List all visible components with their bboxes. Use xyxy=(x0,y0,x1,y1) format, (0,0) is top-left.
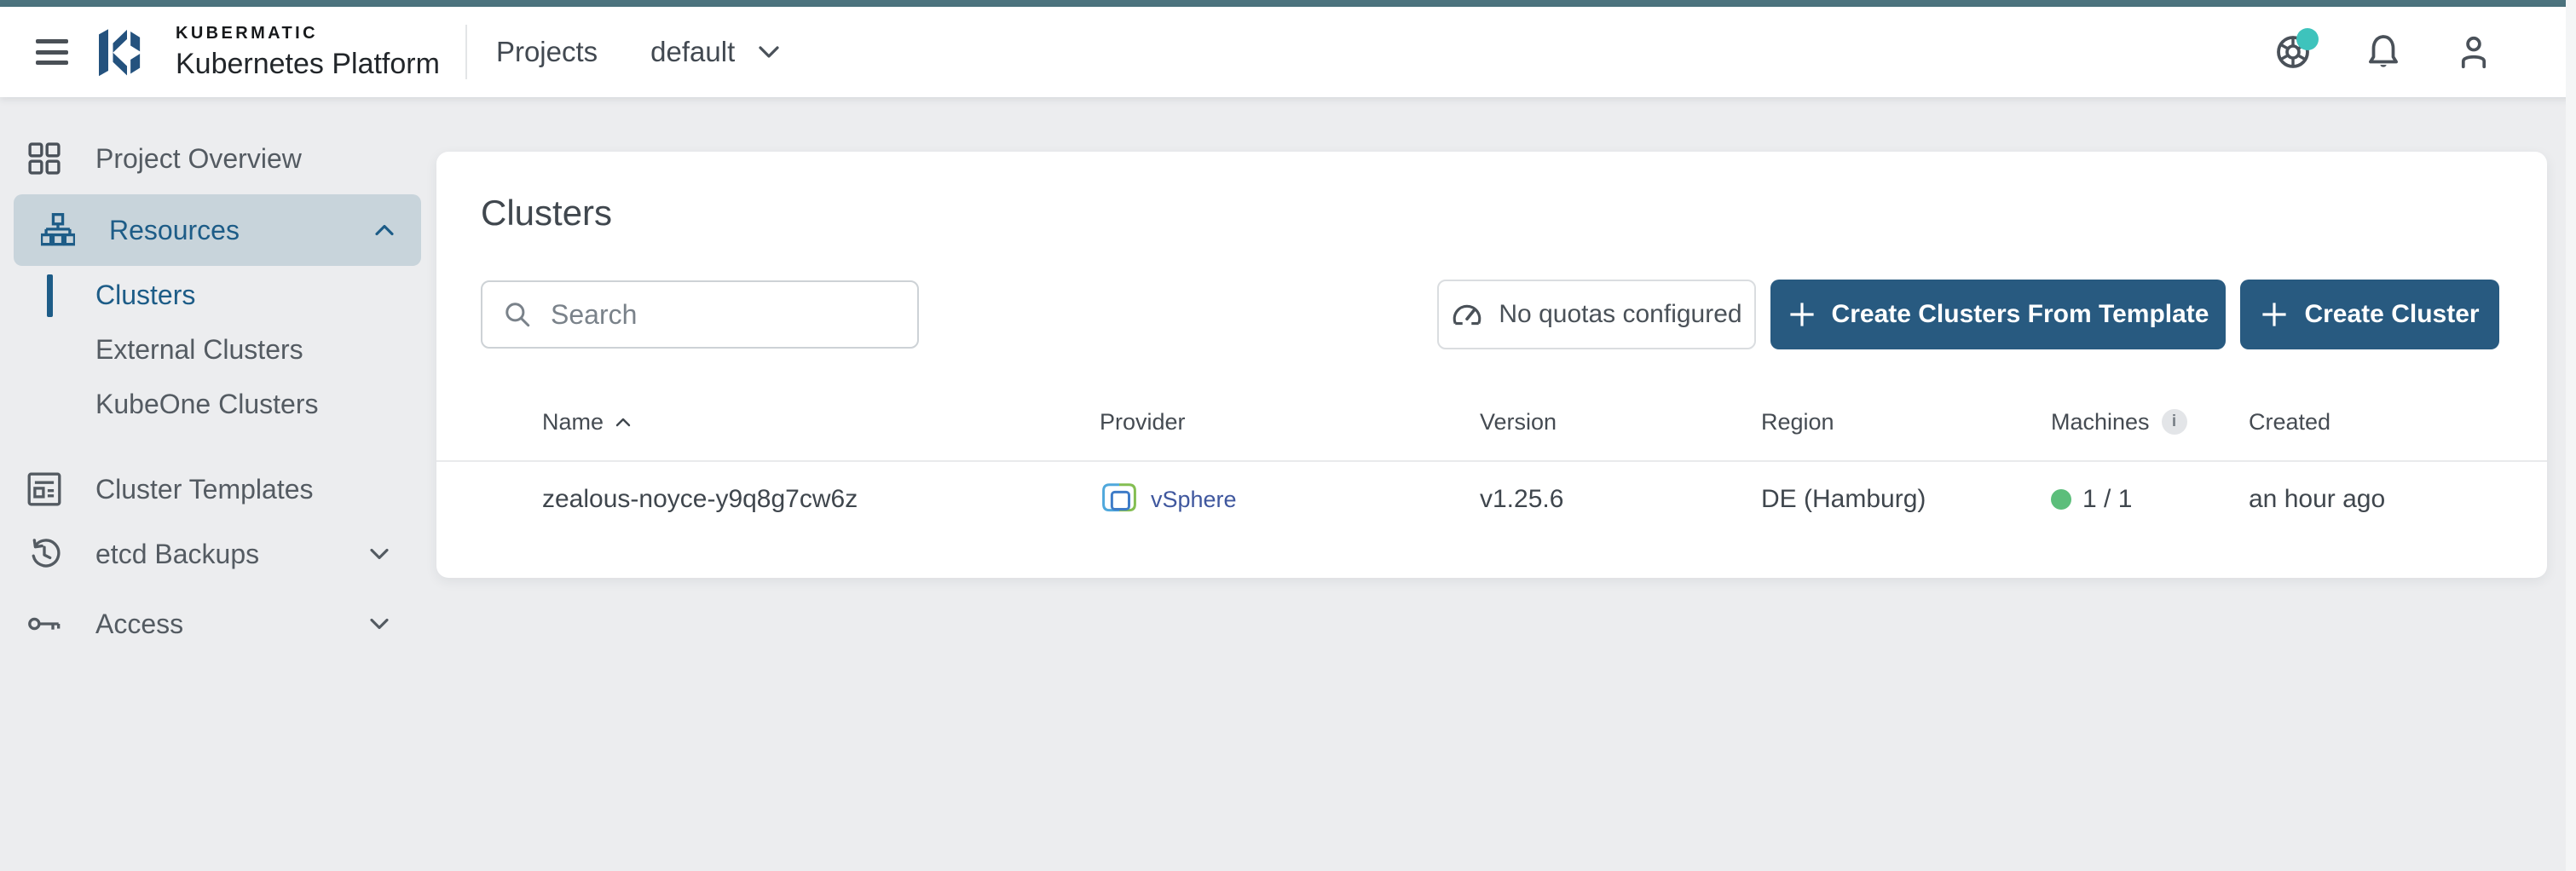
search-icon xyxy=(503,300,532,329)
template-icon xyxy=(26,472,63,506)
app-header: KUBERMATIC Kubernetes Platform Projects … xyxy=(0,7,2576,97)
project-selector-value: default xyxy=(650,36,735,68)
create-cluster-label: Create Cluster xyxy=(2304,300,2479,329)
plus-icon xyxy=(1788,300,1816,329)
nav-projects-link[interactable]: Projects xyxy=(496,36,598,68)
column-header-version[interactable]: Version xyxy=(1480,409,1761,436)
chevron-up-icon xyxy=(373,222,396,238)
clusters-card: Clusters No quotas configured xyxy=(436,152,2547,578)
hamburger-icon xyxy=(36,39,68,43)
chevron-down-icon xyxy=(757,43,781,61)
sidebar-subitem-clusters[interactable]: Clusters xyxy=(0,268,435,322)
cluster-table-row[interactable]: zealous-noyce-y9q8g7cw6z vSphere v1.25.6… xyxy=(436,462,2547,537)
cluster-name-cell: zealous-noyce-y9q8g7cw6z xyxy=(542,485,1100,514)
sidebar-subitem-kubeone-clusters[interactable]: KubeOne Clusters xyxy=(0,377,435,431)
sidebar: Project Overview Resources Clusters xyxy=(0,97,435,871)
top-accent-strip xyxy=(0,0,2576,7)
machines-count: 1 / 1 xyxy=(2082,485,2132,514)
sidebar-item-label: External Clusters xyxy=(95,334,303,366)
vsphere-icon xyxy=(1100,482,1139,517)
info-icon[interactable]: i xyxy=(2162,409,2187,435)
toolbar: No quotas configured Create Clusters Fro… xyxy=(481,280,2499,349)
key-icon xyxy=(26,607,63,641)
plus-icon xyxy=(2260,300,2289,329)
sidebar-item-label: Clusters xyxy=(95,280,195,311)
machines-cell: 1 / 1 xyxy=(2051,485,2249,514)
sidebar-item-project-overview[interactable]: Project Overview xyxy=(0,131,435,186)
sort-asc-icon xyxy=(614,416,632,429)
header-divider xyxy=(465,25,467,79)
column-header-machines[interactable]: Machines i xyxy=(2051,409,2249,436)
page-title: Clusters xyxy=(436,152,2547,234)
project-selector[interactable]: default xyxy=(650,36,781,68)
history-icon xyxy=(26,537,63,571)
notification-badge-dot xyxy=(2296,28,2319,50)
create-clusters-from-template-button[interactable]: Create Clusters From Template xyxy=(1770,280,2226,349)
create-cluster-button[interactable]: Create Cluster xyxy=(2240,280,2499,349)
provider-cell: vSphere xyxy=(1100,482,1480,517)
machines-health-dot xyxy=(2051,489,2071,510)
brand-name-large: Kubernetes Platform xyxy=(176,48,440,81)
create-from-template-label: Create Clusters From Template xyxy=(1832,300,2209,329)
sidebar-item-label: Project Overview xyxy=(95,143,409,175)
quotas-button-label: No quotas configured xyxy=(1499,300,1741,329)
selected-indicator xyxy=(47,274,53,317)
search-box xyxy=(481,280,919,349)
brand-text: KUBERMATIC Kubernetes Platform xyxy=(176,24,440,81)
chevron-down-icon xyxy=(368,616,390,632)
scrollbar[interactable] xyxy=(2566,0,2576,871)
sidebar-item-label: KubeOne Clusters xyxy=(95,389,318,420)
sidebar-subitem-external-clusters[interactable]: External Clusters xyxy=(0,322,435,377)
sidebar-item-resources[interactable]: Resources xyxy=(14,194,421,266)
notifications-button[interactable] xyxy=(2363,32,2404,72)
brand-name-small: KUBERMATIC xyxy=(176,24,440,43)
sitemap-icon xyxy=(39,213,77,247)
sidebar-item-etcd-backups[interactable]: etcd Backups xyxy=(0,527,435,581)
sidebar-item-cluster-templates[interactable]: Cluster Templates xyxy=(0,462,435,516)
gauge-icon xyxy=(1451,298,1483,331)
user-menu-button[interactable] xyxy=(2453,32,2494,72)
region-cell: DE (Hamburg) xyxy=(1761,485,2051,514)
sidebar-item-access[interactable]: Access xyxy=(0,597,435,651)
column-header-region[interactable]: Region xyxy=(1761,409,2051,436)
version-cell: v1.25.6 xyxy=(1480,485,1761,514)
search-input[interactable] xyxy=(551,299,892,331)
sidebar-item-label: Cluster Templates xyxy=(95,474,409,505)
sidebar-item-label: Resources xyxy=(109,215,373,246)
table-header: Name Provider Version Region Machines i … xyxy=(436,404,2547,440)
menu-button[interactable] xyxy=(36,39,68,65)
provider-label: vSphere xyxy=(1151,487,1237,513)
changelog-button[interactable] xyxy=(2273,32,2313,72)
created-cell: an hour ago xyxy=(2249,485,2547,514)
sidebar-item-label: Access xyxy=(95,609,368,640)
bell-icon xyxy=(2364,32,2403,72)
column-header-name[interactable]: Name xyxy=(542,409,1100,436)
column-header-created[interactable]: Created xyxy=(2249,409,2547,436)
column-header-provider[interactable]: Provider xyxy=(1100,409,1480,436)
person-icon xyxy=(2454,32,2493,72)
quotas-button[interactable]: No quotas configured xyxy=(1437,280,1756,349)
chevron-down-icon xyxy=(368,546,390,562)
sidebar-item-label: etcd Backups xyxy=(95,539,368,570)
kubermatic-logo[interactable] xyxy=(99,21,155,83)
grid-icon xyxy=(26,142,63,175)
